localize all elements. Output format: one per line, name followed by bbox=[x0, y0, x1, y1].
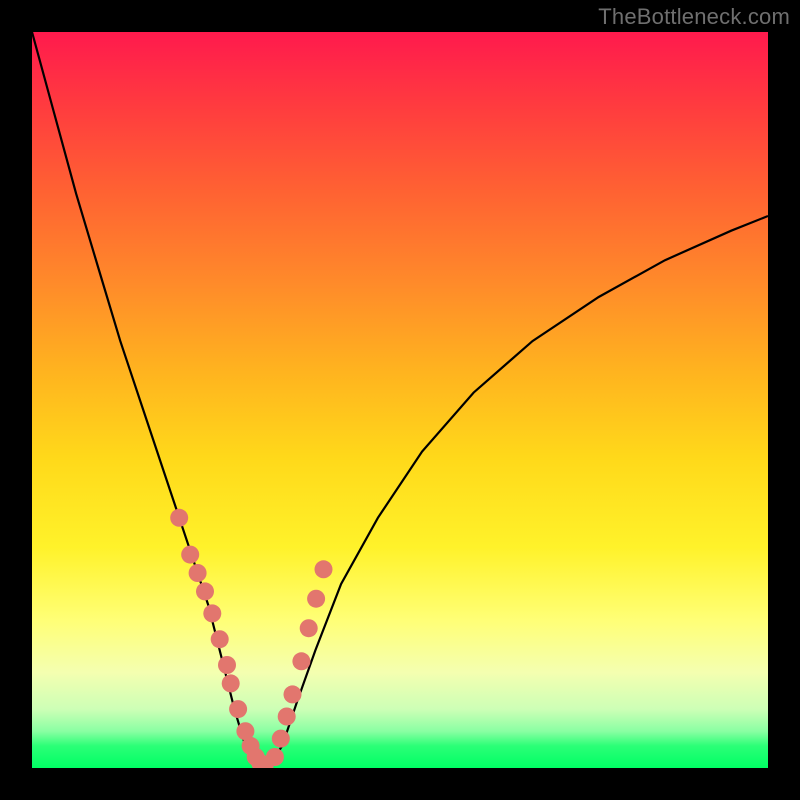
scatter-dot bbox=[196, 582, 214, 600]
scatter-dot bbox=[315, 560, 333, 578]
scatter-dot bbox=[300, 619, 318, 637]
scatter-dot bbox=[278, 708, 296, 726]
scatter-dot bbox=[170, 509, 188, 527]
curve-svg bbox=[32, 32, 768, 768]
scatter-dot bbox=[266, 748, 284, 766]
scatter-dot bbox=[229, 700, 247, 718]
scatter-dot bbox=[189, 564, 207, 582]
scatter-dots bbox=[170, 509, 332, 768]
scatter-dot bbox=[211, 630, 229, 648]
scatter-dot bbox=[218, 656, 236, 674]
plot-area bbox=[32, 32, 768, 768]
scatter-dot bbox=[272, 730, 290, 748]
bottleneck-curve bbox=[32, 32, 768, 768]
scatter-dot bbox=[222, 674, 240, 692]
chart-container: TheBottleneck.com bbox=[0, 0, 800, 800]
scatter-dot bbox=[307, 590, 325, 608]
scatter-dot bbox=[203, 604, 221, 622]
scatter-dot bbox=[284, 685, 302, 703]
scatter-dot bbox=[181, 546, 199, 564]
scatter-dot bbox=[292, 652, 310, 670]
watermark-text: TheBottleneck.com bbox=[598, 4, 790, 30]
